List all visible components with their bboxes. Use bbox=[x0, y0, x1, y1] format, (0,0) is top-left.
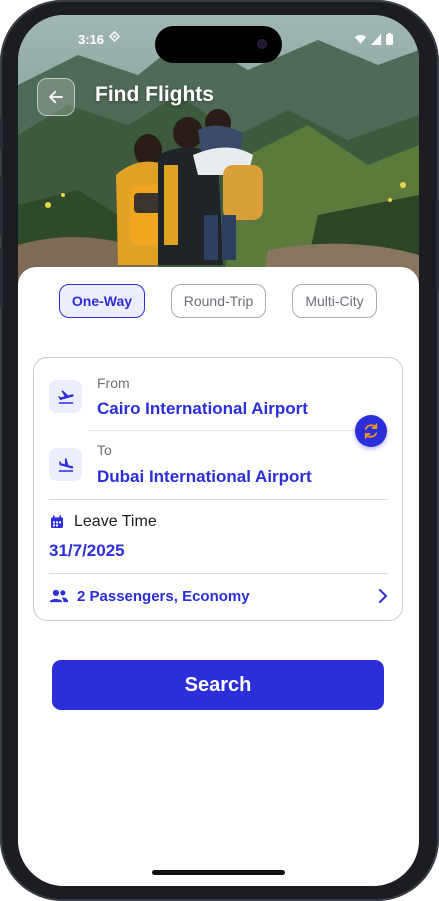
chevron-right-icon bbox=[379, 589, 387, 603]
status-icons bbox=[354, 33, 393, 45]
passengers-row[interactable]: 2 Passengers, Economy bbox=[49, 585, 388, 607]
to-field[interactable]: Dubai International Airport bbox=[97, 467, 312, 487]
group-icon bbox=[49, 589, 69, 603]
trip-type-tabs: One-Way Round-Trip Multi-City bbox=[18, 284, 419, 320]
phone-frame: 3:16 Find Flights One-Way Round-Trip Mul… bbox=[0, 0, 439, 901]
tab-one-way[interactable]: One-Way bbox=[59, 284, 145, 318]
arrow-left-icon bbox=[49, 90, 63, 104]
search-button[interactable]: Search bbox=[52, 660, 384, 710]
calendar-icon bbox=[51, 515, 63, 528]
divider bbox=[49, 573, 388, 574]
status-time: 3:16 bbox=[78, 32, 105, 47]
leave-date-field[interactable]: 31/7/2025 bbox=[49, 541, 125, 561]
volume-down-button bbox=[0, 248, 3, 308]
flight-search-card: From Cairo International Airport To Duba… bbox=[33, 357, 403, 621]
camera-icon bbox=[257, 39, 267, 49]
tab-multi-city[interactable]: Multi-City bbox=[292, 284, 377, 318]
page-title: Find Flights bbox=[95, 83, 214, 106]
leave-time-row[interactable]: Leave Time bbox=[49, 513, 157, 531]
home-indicator[interactable] bbox=[152, 870, 285, 875]
from-field[interactable]: Cairo International Airport bbox=[97, 399, 308, 419]
search-sheet: One-Way Round-Trip Multi-City From Cairo… bbox=[18, 267, 419, 886]
action-button bbox=[0, 118, 3, 150]
passengers-summary: 2 Passengers, Economy bbox=[77, 587, 250, 605]
to-label: To bbox=[97, 442, 112, 458]
from-to-divider bbox=[88, 430, 356, 431]
from-label: From bbox=[97, 375, 130, 391]
leave-time-label: Leave Time bbox=[74, 513, 157, 530]
volume-up-button bbox=[0, 175, 3, 235]
battery-icon bbox=[386, 33, 393, 45]
swap-icon bbox=[364, 423, 378, 439]
tab-round-trip[interactable]: Round-Trip bbox=[171, 284, 266, 318]
data-saver-icon bbox=[108, 30, 121, 45]
screen: 3:16 Find Flights One-Way Round-Trip Mul… bbox=[18, 15, 419, 886]
status-bar: 3:16 bbox=[18, 15, 419, 65]
wifi-icon bbox=[354, 34, 367, 44]
signal-icon bbox=[371, 33, 382, 45]
swap-button[interactable] bbox=[355, 415, 387, 447]
plane-landing-icon bbox=[49, 448, 82, 481]
divider bbox=[49, 499, 388, 500]
plane-takeoff-icon bbox=[49, 380, 82, 413]
back-button[interactable] bbox=[37, 78, 75, 116]
